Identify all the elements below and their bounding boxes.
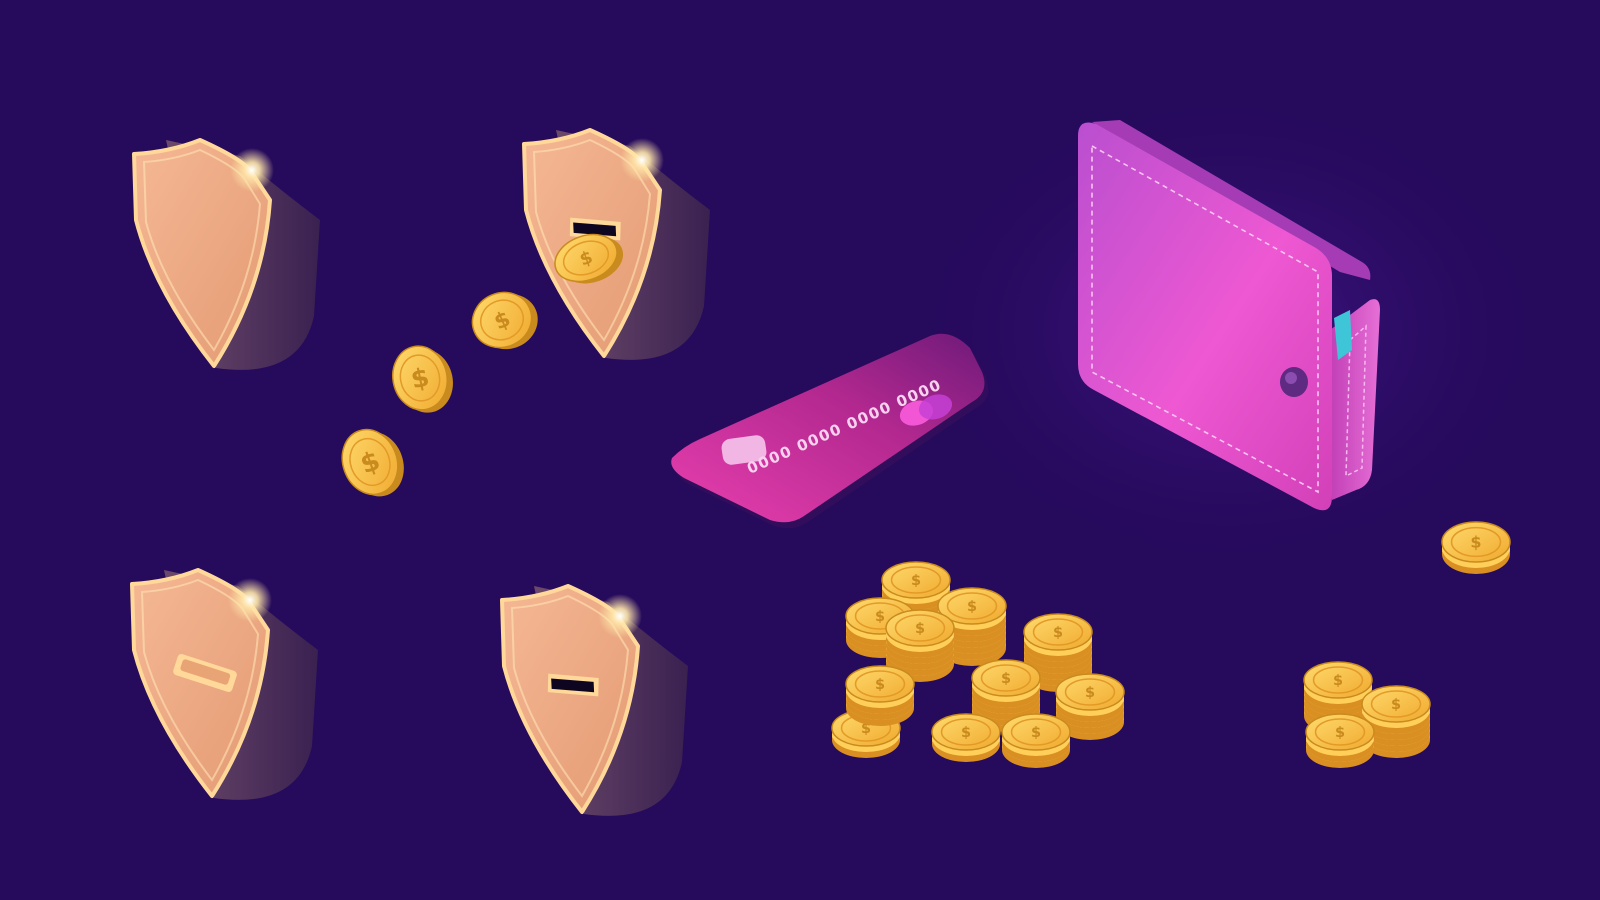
flying-coin: $ — [471, 291, 538, 350]
coin-stack: $ — [1305, 713, 1375, 768]
svg-text:$: $ — [961, 725, 971, 741]
svg-text:$: $ — [1031, 725, 1041, 741]
coin-icon: $ — [1441, 521, 1511, 563]
shield-plain-icon — [132, 138, 320, 370]
coin-icon: $ — [885, 609, 955, 647]
coin-stack: $ — [1001, 713, 1071, 768]
coin-icon: $ — [845, 665, 915, 703]
svg-text:$: $ — [915, 621, 925, 637]
coin-icon: $ — [1305, 713, 1375, 751]
coin-icon: $ — [341, 428, 399, 496]
coin-icon: $ — [971, 659, 1041, 697]
coin-icon: $ — [1055, 673, 1125, 711]
coin-stack: $ — [845, 665, 915, 726]
svg-text:$: $ — [967, 599, 977, 615]
coin-stack: $ — [931, 713, 1001, 762]
coin-icon: $ — [471, 291, 533, 349]
svg-text:$: $ — [911, 573, 921, 589]
svg-text:$: $ — [1470, 533, 1481, 552]
illustration-stage: $ $ $ $ 0000 0000 0000 0000 $ $ $ $ $ $ $ $ $ $ $ $ $ $ $ — [0, 0, 1600, 900]
coin-icon: $ — [1303, 661, 1373, 699]
shield-slot-closed-icon — [130, 568, 318, 800]
coin-icon: $ — [1001, 713, 1071, 751]
flying-coin: $ — [392, 345, 453, 413]
coin-icon: $ — [1023, 613, 1093, 651]
svg-text:$: $ — [1335, 725, 1345, 741]
credit-card: 0000 0000 0000 0000 — [671, 333, 989, 529]
flying-coins-group: $$$$ — [341, 233, 624, 497]
coin-stack: $ — [1441, 521, 1511, 574]
svg-text:$: $ — [1333, 673, 1343, 689]
svg-text:$: $ — [1053, 625, 1063, 641]
shields-group — [130, 128, 710, 816]
svg-text:$: $ — [1085, 685, 1095, 701]
svg-text:$: $ — [1391, 697, 1401, 713]
svg-text:$: $ — [875, 609, 885, 625]
coin-icon: $ — [881, 561, 951, 599]
svg-text:$: $ — [875, 677, 885, 693]
flying-coin: $ — [341, 428, 404, 497]
coin-icon: $ — [1361, 685, 1431, 723]
coin-icon: $ — [931, 713, 1001, 751]
shield-slot-open-icon — [500, 584, 688, 816]
svg-text:$: $ — [1001, 671, 1011, 687]
illustration-canvas: $$$$ 0000 0000 0000 0000 $$$$$$$$ $ $$ $$$$ — [130, 80, 1560, 816]
